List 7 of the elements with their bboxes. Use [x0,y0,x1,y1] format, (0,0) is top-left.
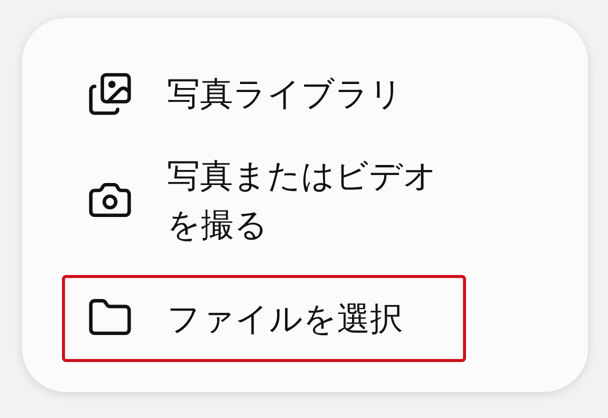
menu-item[interactable]: 写真ライブラリ [62,62,466,126]
menu-label: ファイルを選択 [167,298,404,340]
menu-label: 写真ライブラリ [167,73,404,115]
menu-item[interactable]: ファイルを選択 [62,274,466,362]
menu-label: 写真またはビデオを撮る [167,154,438,246]
photos-icon [87,70,133,117]
menu-item[interactable]: 写真またはビデオを撮る [62,144,466,256]
